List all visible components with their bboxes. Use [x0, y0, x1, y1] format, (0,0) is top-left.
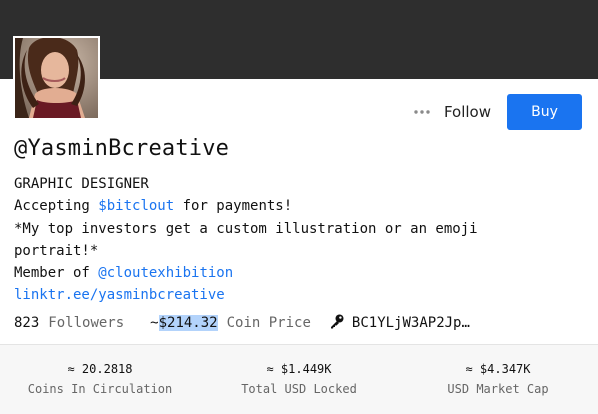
metric-label: USD Market Cap [447, 382, 549, 396]
cloutexhibition-link[interactable]: @cloutexhibition [98, 265, 233, 281]
followers-count[interactable]: 823 [14, 315, 39, 331]
more-options-button[interactable] [402, 94, 442, 130]
bio-line-portrait: portrait!* [14, 242, 99, 259]
coin-price-label: Coin Price [226, 315, 311, 331]
metric-value: ≈ $1.449K [266, 362, 332, 376]
avatar[interactable] [13, 36, 100, 120]
bio-text: Member of [14, 265, 99, 282]
coin-metrics-bar: ≈ 20.2818 Coins In Circulation ≈ $1.449K… [0, 344, 598, 414]
followers-label[interactable]: Followers [48, 315, 124, 331]
bio-text: for payments! [174, 198, 293, 215]
coin-price-value: $214.32 [158, 315, 218, 331]
ellipsis-icon [414, 110, 430, 114]
bio-line-title: GRAPHIC DESIGNER [14, 176, 149, 192]
metric-value: ≈ 20.2818 [67, 362, 133, 376]
buy-button[interactable]: Buy [507, 94, 582, 130]
profile-username: @YasminBcreative [14, 136, 230, 161]
metric-value: ≈ $4.347K [465, 362, 531, 376]
coin-price-tilde: ~ [150, 315, 159, 331]
metric-coins-in-circulation: ≈ 20.2818 Coins In Circulation [0, 362, 200, 396]
bio-line-investors: *My top investors get a custom illustrat… [14, 220, 478, 237]
bio-line-payments: Accepting $bitclout for payments! [14, 195, 574, 217]
follow-button[interactable]: Follow [442, 94, 507, 130]
profile-bio: GRAPHIC DESIGNER Accepting $bitclout for… [14, 173, 574, 307]
profile-stats: 823 Followers ~ $214.32 Coin Price BC1YL… [14, 313, 470, 333]
bio-line-linktree: linktr.ee/yasminbcreative [14, 284, 574, 306]
avatar-photo [15, 38, 98, 118]
linktree-link[interactable]: linktr.ee/yasminbcreative [14, 287, 225, 303]
metric-label: Coins In Circulation [27, 382, 173, 396]
bitclout-link[interactable]: $bitclout [98, 198, 174, 214]
bio-line-member: Member of @cloutexhibition [14, 262, 574, 284]
profile-page: Follow Buy @YasminBcreative GRAPHIC DESI… [0, 0, 598, 414]
metric-usd-market-cap: ≈ $4.347K USD Market Cap [398, 362, 598, 396]
profile-actions: Follow Buy [402, 94, 582, 130]
metric-label: Total USD Locked [241, 382, 357, 396]
metric-total-usd-locked: ≈ $1.449K Total USD Locked [199, 362, 399, 396]
bio-text: Accepting [14, 198, 99, 215]
key-icon [329, 313, 345, 333]
public-key[interactable]: BC1YLjW3AP2Jp… [352, 315, 470, 331]
